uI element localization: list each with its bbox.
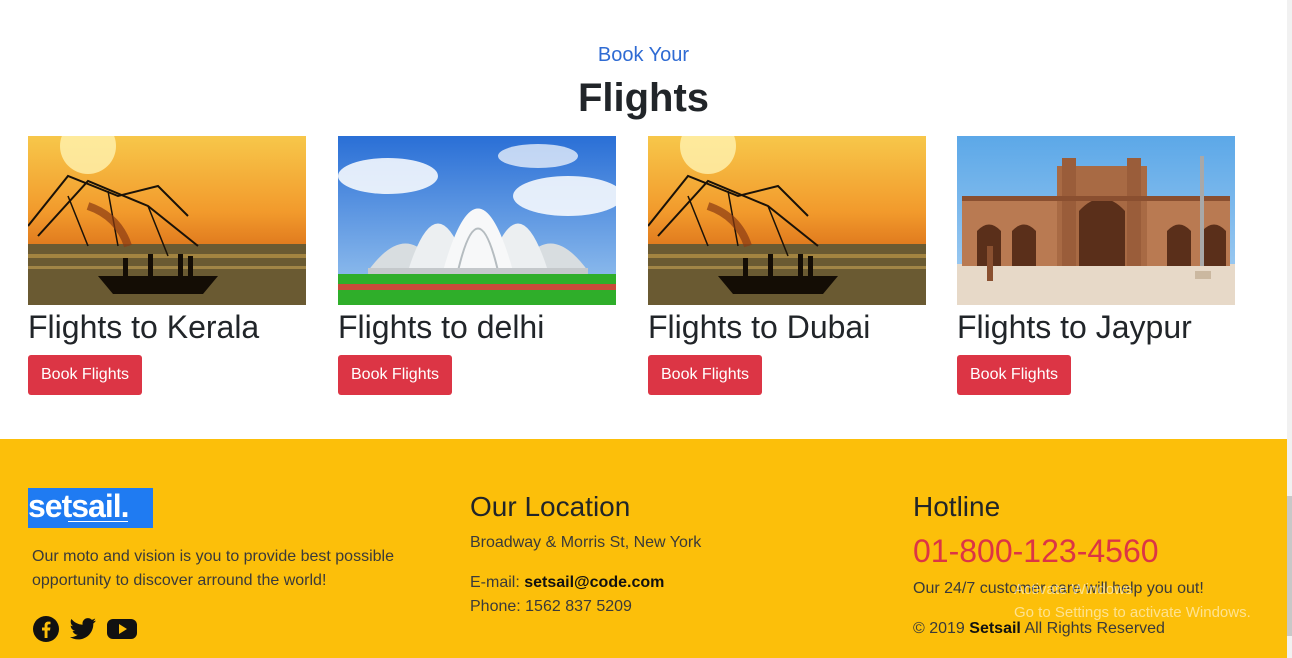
kerala-image (28, 136, 306, 305)
facebook-icon[interactable] (32, 615, 60, 643)
social-links (32, 615, 138, 643)
flight-card-jaypur: Flights to Jaypur Book Flights (957, 136, 1235, 395)
book-flights-button-kerala[interactable]: Book Flights (28, 355, 143, 395)
section-eyebrow: Book Your (597, 44, 690, 66)
flight-card-dubai: Flights to Dubai Book Flights (648, 136, 926, 395)
copyright: © 2019 Setsail All Rights Reserved (913, 620, 1165, 638)
section-heading: Flights (577, 76, 710, 120)
hotline-title: Hotline (913, 491, 1001, 522)
twitter-icon[interactable] (68, 615, 98, 643)
hotline-number[interactable]: 01-800-123-4560 (913, 533, 1159, 570)
logo-text: setsail. (28, 488, 130, 524)
flight-card-delhi: Flights to delhi Book Flights (338, 136, 616, 395)
vertical-scrollbar[interactable] (1287, 0, 1292, 658)
copyright-suffix: All Rights Reserved (1024, 620, 1165, 637)
copyright-brand: Setsail (969, 620, 1021, 637)
card-title: Flights to delhi (338, 309, 545, 345)
email-label: E-mail: (470, 574, 520, 591)
footer-moto: Our moto and vision is you to provide be… (32, 548, 394, 589)
location-phone: Phone: 1562 837 5209 (470, 598, 632, 615)
flight-card-kerala: Flights to Kerala Book Flights (28, 136, 306, 395)
card-title: Flights to Kerala (28, 309, 260, 345)
book-flights-button-delhi[interactable]: Book Flights (338, 355, 453, 395)
page-content: Book Your Flights Flights to Kerala Book… (0, 0, 1287, 658)
book-flights-button-dubai[interactable]: Book Flights (648, 355, 763, 395)
book-flights-button-jaypur[interactable]: Book Flights (957, 355, 1072, 395)
activate-windows-hint: Go to Settings to activate Windows. (1014, 604, 1251, 621)
setsail-logo[interactable]: setsail. (28, 488, 153, 528)
card-title: Flights to Dubai (648, 309, 871, 345)
location-title: Our Location (470, 491, 631, 522)
dubai-image (648, 136, 926, 305)
email-link[interactable]: setsail@code.com (524, 574, 664, 591)
location-email: E-mail: setsail@code.com (470, 574, 664, 592)
card-title: Flights to Jaypur (957, 309, 1192, 345)
activate-windows-title: Activate Windows (1014, 581, 1133, 598)
delhi-image (338, 136, 616, 305)
logo-swoosh (68, 521, 128, 525)
jaypur-image (957, 136, 1235, 305)
copyright-prefix: © 2019 (913, 620, 965, 637)
youtube-icon[interactable] (106, 615, 138, 643)
footer: setsail. Our moto and vision is you to p… (0, 439, 1287, 658)
location-address: Broadway & Morris St, New York (470, 534, 702, 551)
scrollbar-thumb[interactable] (1287, 496, 1292, 636)
